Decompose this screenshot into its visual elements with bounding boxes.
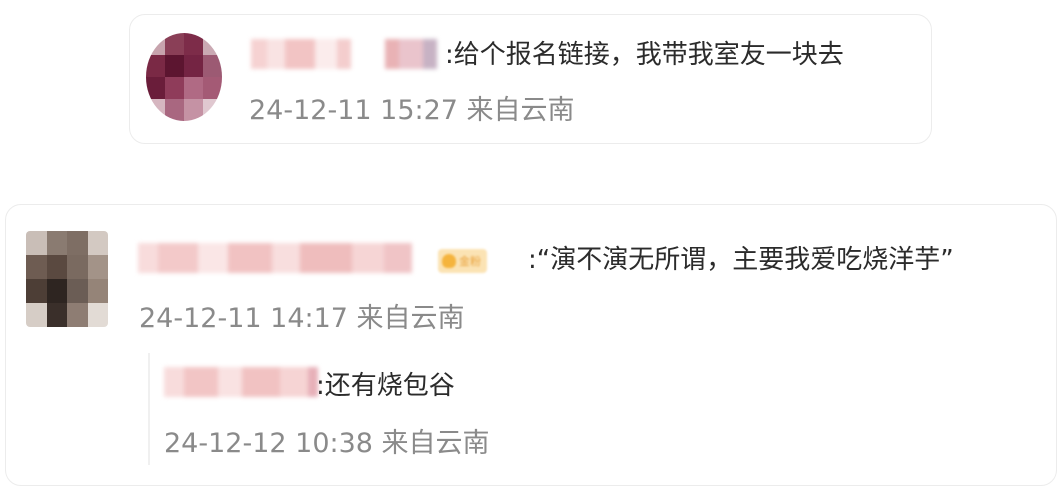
reply-divider	[148, 353, 150, 465]
avatar[interactable]	[146, 33, 222, 121]
comment-text: :给个报名链接，我带我室友一块去	[445, 40, 844, 70]
comment-card: :给个报名链接，我带我室友一块去 24-12-11 15:27 来自云南	[129, 14, 932, 144]
reply-username-blurred[interactable]	[164, 367, 318, 397]
comment-text: :“演不演无所谓，主要我爱吃烧洋芋”	[528, 245, 954, 275]
comment-feed: :给个报名链接，我带我室友一块去 24-12-11 15:27 来自云南 金粉 …	[0, 0, 1059, 488]
reply-meta: 24-12-12 10:38 来自云南	[164, 428, 490, 459]
comment-card: 金粉 :“演不演无所谓，主要我爱吃烧洋芋” 24-12-11 14:17 来自云…	[5, 204, 1057, 486]
username-blurred[interactable]	[251, 39, 437, 69]
comment-meta: 24-12-11 15:27 来自云南	[249, 95, 575, 126]
avatar[interactable]	[26, 231, 108, 327]
comment-meta: 24-12-11 14:17 来自云南	[139, 303, 465, 334]
badge-label: 金粉	[459, 255, 481, 268]
reply-text: :还有烧包谷	[316, 371, 455, 401]
badge-icon	[442, 254, 456, 268]
fan-badge[interactable]: 金粉	[438, 249, 487, 273]
username-blurred[interactable]	[138, 243, 412, 273]
